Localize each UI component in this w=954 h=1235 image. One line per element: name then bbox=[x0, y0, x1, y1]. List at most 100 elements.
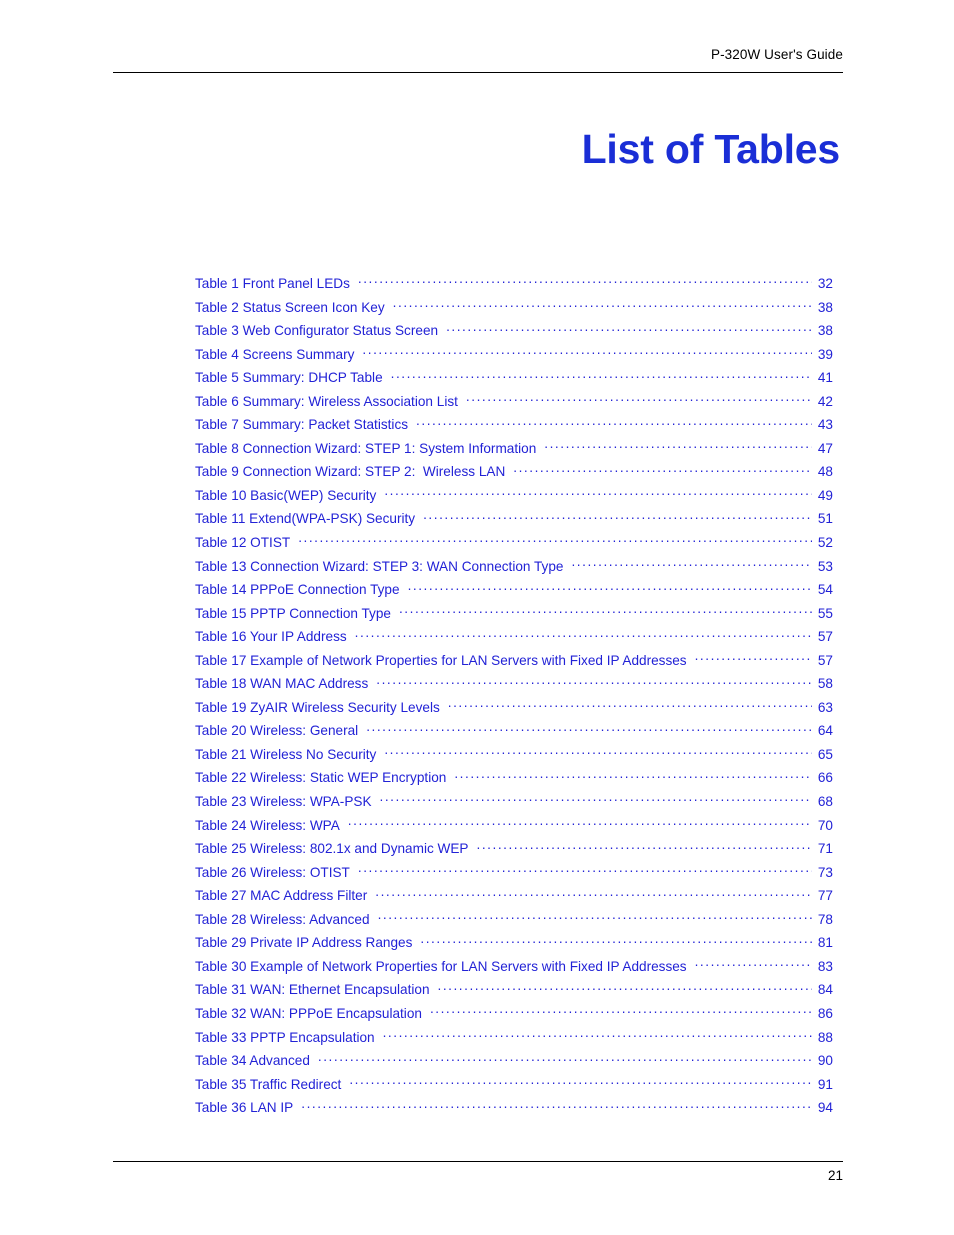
toc-entry[interactable]: Table 16 Your IP Address 57 bbox=[195, 625, 833, 649]
toc-entry-label: Table 16 Your IP Address bbox=[195, 629, 347, 645]
toc-dot-leader bbox=[383, 1029, 812, 1042]
toc-entry[interactable]: Table 12 OTIST 52 bbox=[195, 531, 833, 555]
page-header: P-320W User's Guide bbox=[113, 46, 843, 64]
toc-entry-label: Table 30 Example of Network Properties f… bbox=[195, 958, 687, 974]
toc-entry-page-number: 65 bbox=[817, 746, 833, 762]
toc-dot-leader bbox=[366, 722, 812, 735]
toc-dot-leader bbox=[393, 299, 812, 312]
toc-entry-label: Table 10 Basic(WEP) Security bbox=[195, 487, 377, 503]
toc-entry-page-number: 88 bbox=[817, 1029, 833, 1045]
toc-dot-leader bbox=[695, 652, 812, 665]
toc-entry[interactable]: Table 20 Wireless: General 64 bbox=[195, 719, 833, 743]
toc-entry-label: Table 31 WAN: Ethernet Encapsulation bbox=[195, 982, 430, 998]
toc-entry[interactable]: Table 22 Wireless: Static WEP Encryption… bbox=[195, 766, 833, 790]
toc-entry[interactable]: Table 17 Example of Network Properties f… bbox=[195, 649, 833, 673]
toc-entry[interactable]: Table 2 Status Screen Icon Key 38 bbox=[195, 296, 833, 320]
toc-entry-label: Table 19 ZyAIR Wireless Security Levels bbox=[195, 699, 440, 715]
toc-dot-leader bbox=[384, 746, 812, 759]
list-of-tables: Table 1 Front Panel LEDs 32 Table 2 Status… bbox=[195, 272, 833, 1120]
toc-entry[interactable]: Table 33 PPTP Encapsulation 88 bbox=[195, 1026, 833, 1050]
toc-entry-label: Table 24 Wireless: WPA bbox=[195, 817, 340, 833]
toc-entry-page-number: 91 bbox=[817, 1076, 833, 1092]
toc-entry[interactable]: Table 10 Basic(WEP) Security 49 bbox=[195, 484, 833, 508]
toc-entry-page-number: 51 bbox=[817, 511, 833, 527]
toc-entry-label: Table 27 MAC Address Filter bbox=[195, 888, 368, 904]
toc-entry[interactable]: Table 27 MAC Address Filter 77 bbox=[195, 884, 833, 908]
toc-entry[interactable]: Table 30 Example of Network Properties f… bbox=[195, 955, 833, 979]
toc-entry-page-number: 54 bbox=[817, 582, 833, 598]
toc-entry-page-number: 48 bbox=[817, 464, 833, 480]
toc-dot-leader bbox=[349, 1076, 812, 1089]
toc-entry-label: Table 5 Summary: DHCP Table bbox=[195, 370, 383, 386]
toc-entry-page-number: 49 bbox=[817, 487, 833, 503]
toc-entry-page-number: 94 bbox=[817, 1100, 833, 1116]
toc-entry[interactable]: Table 24 Wireless: WPA 70 bbox=[195, 814, 833, 838]
toc-entry[interactable]: Table 11 Extend(WPA-PSK) Security 51 bbox=[195, 507, 833, 531]
toc-entry-label: Table 8 Connection Wizard: STEP 1: Syste… bbox=[195, 440, 537, 456]
toc-entry-page-number: 32 bbox=[817, 276, 833, 291]
toc-entry[interactable]: Table 7 Summary: Packet Statistics 43 bbox=[195, 413, 833, 437]
toc-dot-leader bbox=[318, 1052, 812, 1065]
toc-entry-page-number: 84 bbox=[817, 982, 833, 998]
toc-dot-leader bbox=[375, 887, 812, 900]
toc-entry[interactable]: Table 26 Wireless: OTIST 73 bbox=[195, 861, 833, 885]
toc-dot-leader bbox=[695, 958, 812, 971]
toc-entry[interactable]: Table 3 Web Configurator Status Screen 38 bbox=[195, 319, 833, 343]
toc-entry-page-number: 73 bbox=[817, 864, 833, 880]
toc-entry-page-number: 41 bbox=[817, 370, 833, 386]
toc-entry[interactable]: Table 13 Connection Wizard: STEP 3: WAN … bbox=[195, 555, 833, 579]
toc-entry-label: Table 12 OTIST bbox=[195, 535, 291, 551]
toc-entry[interactable]: Table 19 ZyAIR Wireless Security Levels 6… bbox=[195, 696, 833, 720]
toc-entry-page-number: 53 bbox=[817, 558, 833, 574]
toc-entry-page-number: 68 bbox=[817, 794, 833, 810]
toc-entry[interactable]: Table 28 Wireless: Advanced 78 bbox=[195, 908, 833, 932]
toc-entry[interactable]: Table 29 Private IP Address Ranges 81 bbox=[195, 931, 833, 955]
toc-entry-page-number: 78 bbox=[817, 911, 833, 927]
toc-entry-page-number: 38 bbox=[817, 323, 833, 339]
toc-entry[interactable]: Table 18 WAN MAC Address 58 bbox=[195, 672, 833, 696]
toc-entry[interactable]: Table 32 WAN: PPPoE Encapsulation 86 bbox=[195, 1002, 833, 1026]
toc-entry-label: Table 34 Advanced bbox=[195, 1053, 310, 1069]
toc-entry[interactable]: Table 14 PPPoE Connection Type 54 bbox=[195, 578, 833, 602]
toc-entry-page-number: 66 bbox=[817, 770, 833, 786]
toc-entry[interactable]: Table 21 Wireless No Security 65 bbox=[195, 743, 833, 767]
toc-entry[interactable]: Table 15 PPTP Connection Type 55 bbox=[195, 602, 833, 626]
toc-dot-leader bbox=[399, 605, 812, 618]
toc-entry[interactable]: Table 36 LAN IP 94 bbox=[195, 1096, 833, 1120]
toc-dot-leader bbox=[430, 1005, 812, 1018]
toc-dot-leader bbox=[358, 275, 812, 288]
toc-entry[interactable]: Table 31 WAN: Ethernet Encapsulation 84 bbox=[195, 978, 833, 1002]
toc-entry[interactable]: Table 4 Screens Summary 39 bbox=[195, 343, 833, 367]
toc-entry[interactable]: Table 23 Wireless: WPA-PSK 68 bbox=[195, 790, 833, 814]
toc-dot-leader bbox=[384, 487, 812, 500]
toc-entry-label: Table 4 Screens Summary bbox=[195, 346, 355, 362]
toc-entry[interactable]: Table 9 Connection Wizard: STEP 2: Wirel… bbox=[195, 460, 833, 484]
toc-entry[interactable]: Table 34 Advanced 90 bbox=[195, 1049, 833, 1073]
toc-entry[interactable]: Table 1 Front Panel LEDs 32 bbox=[195, 272, 833, 296]
toc-dot-leader bbox=[420, 934, 811, 947]
toc-entry-page-number: 86 bbox=[817, 1005, 833, 1021]
toc-entry-page-number: 77 bbox=[817, 888, 833, 904]
toc-entry-label: Table 26 Wireless: OTIST bbox=[195, 864, 350, 880]
toc-dot-leader bbox=[378, 911, 812, 924]
toc-entry-page-number: 39 bbox=[817, 346, 833, 362]
toc-entry-page-number: 57 bbox=[817, 652, 833, 668]
toc-entry-page-number: 38 bbox=[817, 299, 833, 315]
toc-dot-leader bbox=[408, 581, 812, 594]
page-title: List of Tables bbox=[581, 126, 841, 173]
toc-entry-label: Table 9 Connection Wizard: STEP 2: Wirel… bbox=[195, 464, 506, 480]
toc-entry-label: Table 2 Status Screen Icon Key bbox=[195, 299, 385, 315]
toc-entry-label: Table 36 LAN IP bbox=[195, 1100, 294, 1116]
footer-page-number: 21 bbox=[827, 1168, 843, 1183]
toc-entry-page-number: 43 bbox=[817, 417, 833, 433]
toc-entry[interactable]: Table 6 Summary: Wireless Association Li… bbox=[195, 390, 833, 414]
document-page: P-320W User's Guide List of Tables Table… bbox=[0, 0, 954, 1235]
toc-entry[interactable]: Table 8 Connection Wizard: STEP 1: Syste… bbox=[195, 437, 833, 461]
toc-entry[interactable]: Table 35 Traffic Redirect 91 bbox=[195, 1073, 833, 1097]
toc-dot-leader bbox=[477, 840, 812, 853]
toc-entry[interactable]: Table 5 Summary: DHCP Table 41 bbox=[195, 366, 833, 390]
toc-dot-leader bbox=[355, 628, 812, 641]
toc-entry[interactable]: Table 25 Wireless: 802.1x and Dynamic WE… bbox=[195, 837, 833, 861]
toc-dot-leader bbox=[416, 416, 812, 429]
toc-entry-label: Table 28 Wireless: Advanced bbox=[195, 911, 370, 927]
